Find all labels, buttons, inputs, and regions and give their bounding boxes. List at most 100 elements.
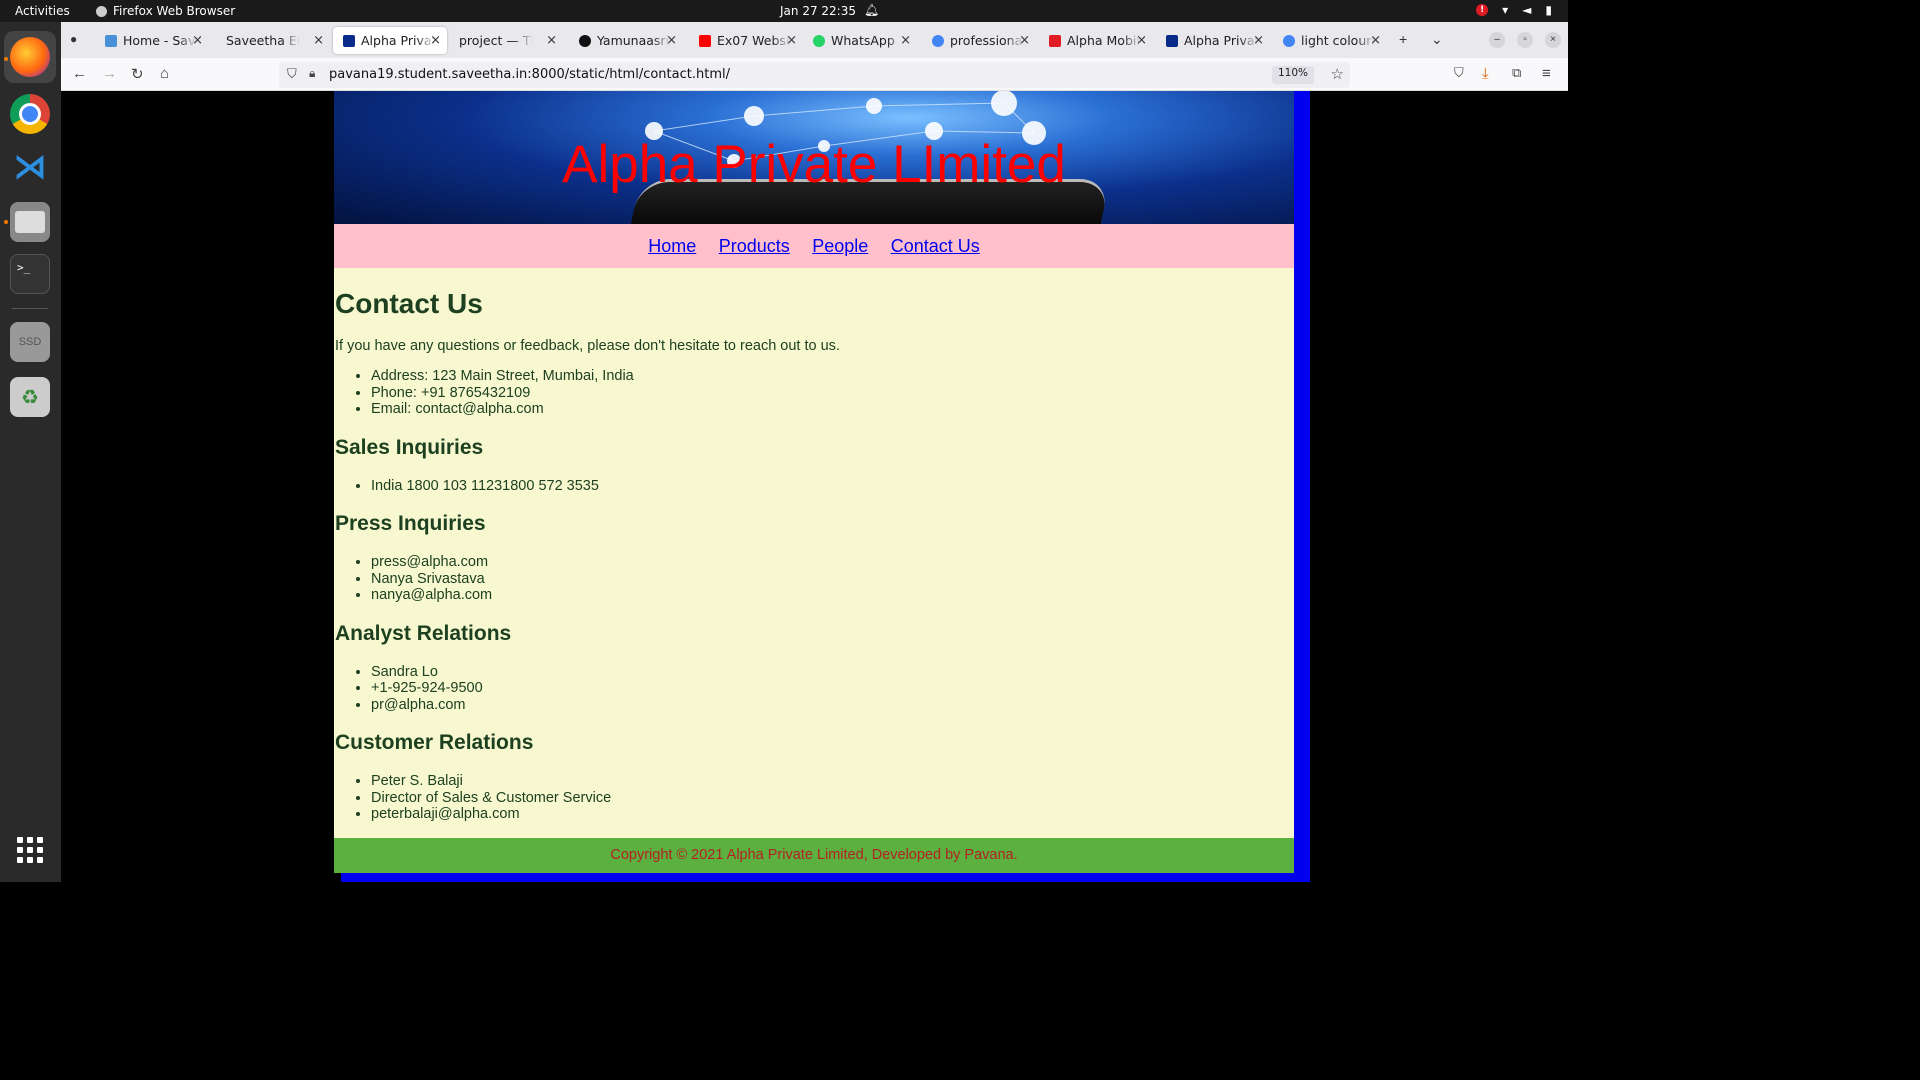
page-bottom-border (341, 873, 1310, 882)
tab-close-icon[interactable]: × (430, 33, 441, 48)
list-item: Email: contact@alpha.com (371, 401, 1294, 418)
battery-icon: ▮ (1545, 3, 1552, 17)
tab-close-icon[interactable]: × (192, 33, 203, 48)
bookmark-star-icon[interactable]: ☆ (1331, 65, 1344, 83)
list-item: press@alpha.com (371, 554, 1294, 571)
tab-1[interactable]: Home - Savee× (95, 27, 209, 54)
nav-link-products[interactable]: Products (719, 236, 790, 256)
chrome-icon[interactable] (10, 94, 50, 134)
running-indicator (4, 220, 8, 224)
firefox-view-icon[interactable]: ● (70, 32, 77, 46)
alpha-icon (343, 34, 355, 47)
show-apps-icon[interactable] (17, 837, 43, 863)
alpha-mobile-icon (1049, 34, 1061, 47)
tab-6[interactable]: Ex07 Website× (689, 27, 803, 54)
tab-close-icon[interactable]: × (1253, 33, 1264, 48)
tab-7[interactable]: WhatsApp × (803, 27, 917, 54)
tab-close-icon[interactable]: × (666, 33, 677, 48)
site-container: Alpha Private LImited Home Products Peop… (334, 91, 1294, 873)
restore-icon[interactable]: ▫ (1517, 32, 1533, 48)
list-item: nanya@alpha.com (371, 587, 1294, 604)
zoom-indicator[interactable]: 110% (1271, 66, 1314, 84)
tab-label: Alpha Private (361, 33, 435, 48)
running-indicator (4, 57, 8, 61)
globe-icon (105, 34, 117, 47)
firefox-icon[interactable] (10, 37, 50, 77)
tab-close-icon[interactable]: × (313, 33, 324, 48)
footer: Copyright © 2021 Alpha Private Limited, … (334, 838, 1294, 873)
notification-bell-icon: 🔔︎ (864, 3, 880, 17)
activities-button[interactable]: Activities (15, 4, 70, 18)
tab-close-icon[interactable]: × (1136, 33, 1147, 48)
site-info-icon[interactable]: 🔒︎ (309, 66, 315, 81)
trash-icon[interactable]: ♻ (10, 377, 50, 417)
ssd-drive-icon[interactable]: SSD (10, 322, 50, 362)
alpha-icon (1166, 34, 1178, 47)
clock[interactable]: Jan 27 22:35 (780, 4, 856, 18)
tab-close-icon[interactable]: × (786, 33, 797, 48)
nav-link-home[interactable]: Home (648, 236, 696, 256)
nav-link-people[interactable]: People (812, 236, 868, 256)
tab-bar: ● Home - Savee×Saveetha Engine×Alpha Pri… (61, 22, 1568, 58)
tab-9[interactable]: Alpha Mobile × (1039, 27, 1153, 54)
tab-label: Ex07 Website (717, 33, 791, 48)
header-banner: Alpha Private LImited (334, 91, 1294, 224)
menu-icon[interactable]: ≡ (1542, 65, 1551, 82)
pocket-icon[interactable]: ⛉ (1454, 65, 1464, 81)
list-item: Phone: +91 8765432109 (371, 385, 1294, 402)
github-icon (579, 34, 591, 47)
vscode-icon[interactable]: ⋊ (10, 147, 50, 187)
youtube-icon (699, 34, 711, 47)
home-icon[interactable]: ⌂ (160, 65, 169, 82)
tab-label: Alpha Private (1184, 33, 1258, 48)
tab-close-icon[interactable]: × (1370, 33, 1381, 48)
section-heading: Press Inquiries (335, 512, 486, 535)
back-icon[interactable]: ← (72, 65, 87, 82)
tab-5[interactable]: Yamunaasri/p× (569, 27, 683, 54)
tab-close-icon[interactable]: × (1019, 33, 1030, 48)
minimize-icon[interactable]: – (1489, 32, 1505, 48)
list-item: peterbalaji@alpha.com (371, 806, 1294, 823)
whatsapp-icon (813, 34, 825, 47)
close-window-icon[interactable]: × (1545, 32, 1561, 48)
url-text[interactable]: pavana19.student.saveetha.in:8000/static… (329, 67, 730, 82)
dock: ⋊ >_ SSD ♻ (0, 22, 61, 882)
reload-icon[interactable]: ↻ (131, 65, 144, 83)
nav-link-contact[interactable]: Contact Us (891, 236, 980, 256)
page-viewport: Alpha Private LImited Home Products Peop… (61, 91, 1568, 882)
section-list: India 1800 103 11231800 572 3535 (371, 478, 1294, 495)
list-item: pr@alpha.com (371, 697, 1294, 714)
tab-3[interactable]: Alpha Private× (333, 27, 447, 54)
tab-4[interactable]: project — Theia × (449, 27, 563, 54)
list-item: Director of Sales & Customer Service (371, 790, 1294, 807)
tracking-shield-icon[interactable]: ⛉ (287, 66, 297, 82)
volume-icon: ◄ (1522, 3, 1532, 17)
files-icon[interactable] (10, 202, 50, 242)
tab-label: Alpha Mobile (1067, 33, 1141, 48)
intro-text: If you have any questions or feedback, p… (335, 338, 840, 354)
tab-label: professional (950, 33, 1024, 48)
system-tray[interactable]: ! ▾ ◄ ▮ (1476, 3, 1552, 17)
section-list: Sandra Lo+1-925-924-9500pr@alpha.com (371, 664, 1294, 714)
tab-10[interactable]: Alpha Private× (1156, 27, 1270, 54)
sections: Sales Inquiries India 1800 103 11231800 5… (335, 436, 1294, 823)
alert-icon[interactable]: ! (1476, 4, 1489, 16)
list-item: Sandra Lo (371, 664, 1294, 681)
tab-label: Saveetha Engine (226, 33, 300, 48)
extensions-icon[interactable]: ⧉ (1512, 65, 1521, 81)
tab-2[interactable]: Saveetha Engine × (216, 27, 330, 54)
terminal-icon[interactable]: >_ (10, 254, 50, 294)
tab-close-icon[interactable]: × (900, 33, 911, 48)
tab-label: Yamunaasri/p (597, 33, 671, 48)
tab-8[interactable]: professional × (922, 27, 1036, 54)
url-bar[interactable]: ⛉ 🔒︎ pavana19.student.saveetha.in:8000/s… (279, 62, 1350, 88)
contact-list: Address: 123 Main Street, Mumbai, India … (371, 368, 1294, 418)
list-all-tabs-icon[interactable]: ⌄ (1431, 31, 1443, 48)
forward-icon[interactable]: → (102, 65, 117, 82)
downloads-icon[interactable]: ⤓ (1482, 65, 1489, 82)
new-tab-icon[interactable]: + (1399, 31, 1407, 47)
list-item: Address: 123 Main Street, Mumbai, India (371, 368, 1294, 385)
app-menu[interactable]: Firefox Web Browser (96, 4, 235, 18)
tab-close-icon[interactable]: × (546, 33, 557, 48)
tab-11[interactable]: light colours × (1273, 27, 1387, 54)
